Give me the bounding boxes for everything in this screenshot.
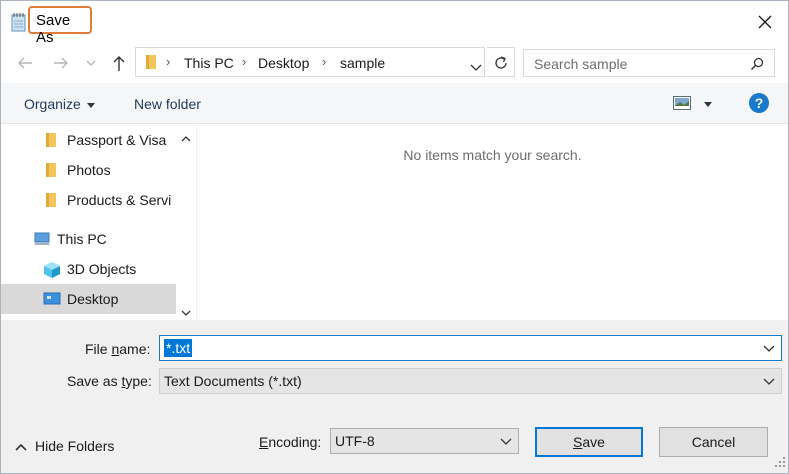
back-button[interactable]: [15, 53, 39, 75]
nav-item-label: 3D Objects: [67, 261, 137, 277]
nav-item-photos[interactable]: Photos: [1, 155, 176, 185]
empty-message: No items match your search.: [403, 147, 582, 163]
hide-folders-button[interactable]: Hide Folders: [15, 438, 114, 454]
breadcrumb-desktop[interactable]: Desktop: [258, 55, 309, 71]
nav-item-label: This PC: [57, 231, 107, 247]
chevron-down-icon: [86, 60, 96, 66]
scroll-down-icon[interactable]: [181, 304, 191, 320]
caret-down-icon: [86, 102, 95, 108]
close-button[interactable]: [742, 1, 788, 43]
encoding-value: UTF-8: [335, 433, 375, 449]
resize-grip-icon[interactable]: [774, 455, 786, 471]
nav-item-passport-visa[interactable]: Passport & Visa: [1, 125, 176, 155]
folder-icon: [45, 162, 57, 181]
search-icon: [750, 57, 764, 71]
breadcrumb-this-pc[interactable]: This PC: [184, 55, 234, 71]
nav-item-label: Desktop: [67, 291, 119, 307]
encoding-select[interactable]: UTF-8: [330, 428, 519, 454]
chevron-down-icon: [763, 378, 775, 385]
recent-locations-button[interactable]: [85, 53, 101, 75]
search-box[interactable]: Search sample: [523, 49, 775, 77]
scroll-up-icon[interactable]: [181, 130, 191, 146]
breadcrumb-separator-icon: ›: [322, 54, 327, 69]
back-arrow-icon: [18, 57, 32, 69]
file-list[interactable]: No items match your search.: [197, 124, 788, 320]
title-bar: Save As: [1, 1, 788, 46]
chevron-down-icon[interactable]: [763, 345, 775, 353]
folder-icon: [45, 132, 57, 151]
forward-arrow-icon: [54, 57, 68, 69]
refresh-icon: [495, 56, 507, 69]
cancel-button[interactable]: Cancel: [659, 427, 768, 457]
up-arrow-icon: [113, 56, 125, 71]
nav-item-products-services[interactable]: Products & Servi: [1, 185, 176, 215]
nav-item-3d-objects[interactable]: 3D Objects: [1, 254, 176, 284]
label-accel: E: [259, 434, 269, 450]
chevron-down-icon: [500, 438, 512, 445]
nav-item-label: Photos: [67, 162, 111, 178]
forward-button[interactable]: [51, 53, 75, 75]
help-button[interactable]: ?: [749, 93, 769, 113]
label-text: ype:: [125, 373, 152, 389]
button-text: ave: [582, 434, 605, 450]
file-name-field[interactable]: *.txt: [159, 335, 782, 361]
command-bar: Organize New folder ?: [1, 83, 788, 124]
breadcrumb-sample[interactable]: sample: [340, 55, 385, 71]
address-bar[interactable]: › This PC › Desktop › sample: [135, 47, 485, 77]
new-folder-button[interactable]: New folder: [134, 96, 201, 112]
close-icon: [758, 15, 772, 29]
refresh-button[interactable]: [487, 47, 515, 77]
folder-icon: [45, 192, 57, 211]
file-name-input[interactable]: *.txt: [164, 339, 193, 357]
window-title: Save As: [36, 12, 71, 46]
label-text: ame:: [119, 341, 151, 357]
breadcrumb-separator-icon: ›: [166, 54, 171, 69]
search-input[interactable]: Search sample: [534, 56, 627, 72]
save-button[interactable]: Save: [535, 427, 643, 457]
navigation-pane: Passport & Visa Photos Products & Servi …: [1, 124, 196, 320]
organize-button[interactable]: Organize: [24, 96, 95, 112]
save-as-type-select[interactable]: Text Documents (*.txt): [159, 368, 782, 394]
nav-item-label: Passport & Visa: [67, 132, 167, 148]
up-button[interactable]: [109, 53, 133, 75]
encoding-label: Encoding:: [259, 434, 321, 450]
save-as-type-value: Text Documents (*.txt): [164, 373, 302, 389]
address-dropdown-icon[interactable]: [470, 59, 482, 75]
nav-item-label: Products & Servi: [67, 192, 172, 208]
save-as-type-label: Save as type:: [67, 373, 152, 389]
label-text: File: [85, 341, 112, 357]
organize-label: Organize: [24, 96, 81, 112]
computer-icon: [33, 231, 51, 250]
nav-item-desktop[interactable]: Desktop: [1, 284, 176, 314]
notepad-icon: [11, 11, 27, 33]
hide-folders-label: Hide Folders: [35, 438, 115, 454]
desktop-icon: [43, 291, 61, 310]
navigation-scrollbar[interactable]: [176, 124, 196, 320]
save-form: File name: *.txt Save as type: Text Docu…: [1, 320, 788, 473]
nav-item-this-pc[interactable]: This PC: [1, 224, 176, 254]
chevron-up-icon: [15, 444, 27, 451]
3d-objects-icon: [43, 261, 61, 282]
button-accel: S: [573, 434, 583, 450]
breadcrumb-separator-icon: ›: [242, 54, 247, 69]
title-highlight: Save As: [28, 6, 92, 46]
view-dropdown-icon[interactable]: [704, 102, 712, 107]
navigation-bar: › This PC › Desktop › sample Search samp…: [1, 43, 788, 83]
file-name-label: File name:: [85, 341, 150, 357]
save-as-dialog: Save As › This PC › Desktop › sample Sea…: [0, 0, 789, 474]
view-options-icon[interactable]: [673, 96, 691, 113]
label-text: ncoding:: [268, 434, 322, 450]
label-text: Save as: [67, 373, 122, 389]
folder-icon: [144, 54, 158, 73]
